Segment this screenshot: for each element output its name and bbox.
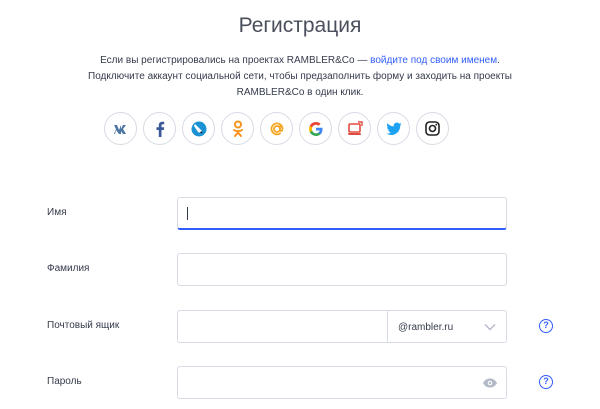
- livejournal-icon: [191, 121, 206, 136]
- social-button-twitter[interactable]: [377, 112, 410, 145]
- social-button-facebook[interactable]: [143, 112, 176, 145]
- password-input[interactable]: [177, 366, 507, 399]
- social-button-instagram[interactable]: [416, 112, 449, 145]
- row-first-name: Имя: [0, 197, 600, 230]
- instagram-icon: [425, 121, 440, 136]
- mailbox-help-icon[interactable]: ?: [539, 319, 553, 333]
- social-button-moimir[interactable]: [338, 112, 371, 145]
- last-name-input[interactable]: [177, 253, 507, 286]
- social-buttons: [104, 112, 449, 145]
- mailbox-input[interactable]: [177, 310, 387, 343]
- social-button-mailru[interactable]: [260, 112, 293, 145]
- google-icon: [308, 121, 322, 136]
- first-name-label: Имя: [47, 207, 67, 218]
- social-button-vk[interactable]: [104, 112, 137, 145]
- mailbox-label: Почтовый ящик: [47, 320, 120, 331]
- row-password: Пароль ?: [0, 366, 600, 399]
- password-help-icon[interactable]: ?: [539, 375, 553, 389]
- facebook-icon: [156, 121, 164, 137]
- chevron-down-icon: [484, 324, 496, 331]
- domain-select-value: @rambler.ru: [398, 322, 454, 333]
- intro-text: Если вы регистрировались на проектах RAM…: [60, 53, 540, 101]
- moimir-icon: [347, 120, 363, 135]
- intro-line1: Если вы регистрировались на проектах RAM…: [100, 55, 500, 66]
- odnoklassniki-icon: [232, 120, 243, 137]
- text-caret: [187, 207, 188, 220]
- vk-icon: [113, 124, 126, 134]
- social-button-livejournal[interactable]: [182, 112, 215, 145]
- first-name-input[interactable]: [177, 197, 507, 230]
- password-label: Пароль: [47, 376, 82, 387]
- twitter-icon: [386, 122, 401, 135]
- domain-select[interactable]: @rambler.ru: [387, 310, 507, 343]
- intro-line2: Подключите аккаунт социальной сети, чтоб…: [88, 71, 512, 98]
- mailru-icon: [270, 122, 283, 135]
- row-last-name: Фамилия: [0, 253, 600, 286]
- social-button-odnoklassniki[interactable]: [221, 112, 254, 145]
- last-name-label: Фамилия: [47, 263, 90, 274]
- social-button-google[interactable]: [299, 112, 332, 145]
- row-mailbox: Почтовый ящик @rambler.ru ?: [0, 310, 600, 343]
- page-title: Регистрация: [238, 14, 362, 37]
- login-link[interactable]: войдите под своим именем: [370, 55, 497, 66]
- eye-icon[interactable]: [482, 378, 498, 388]
